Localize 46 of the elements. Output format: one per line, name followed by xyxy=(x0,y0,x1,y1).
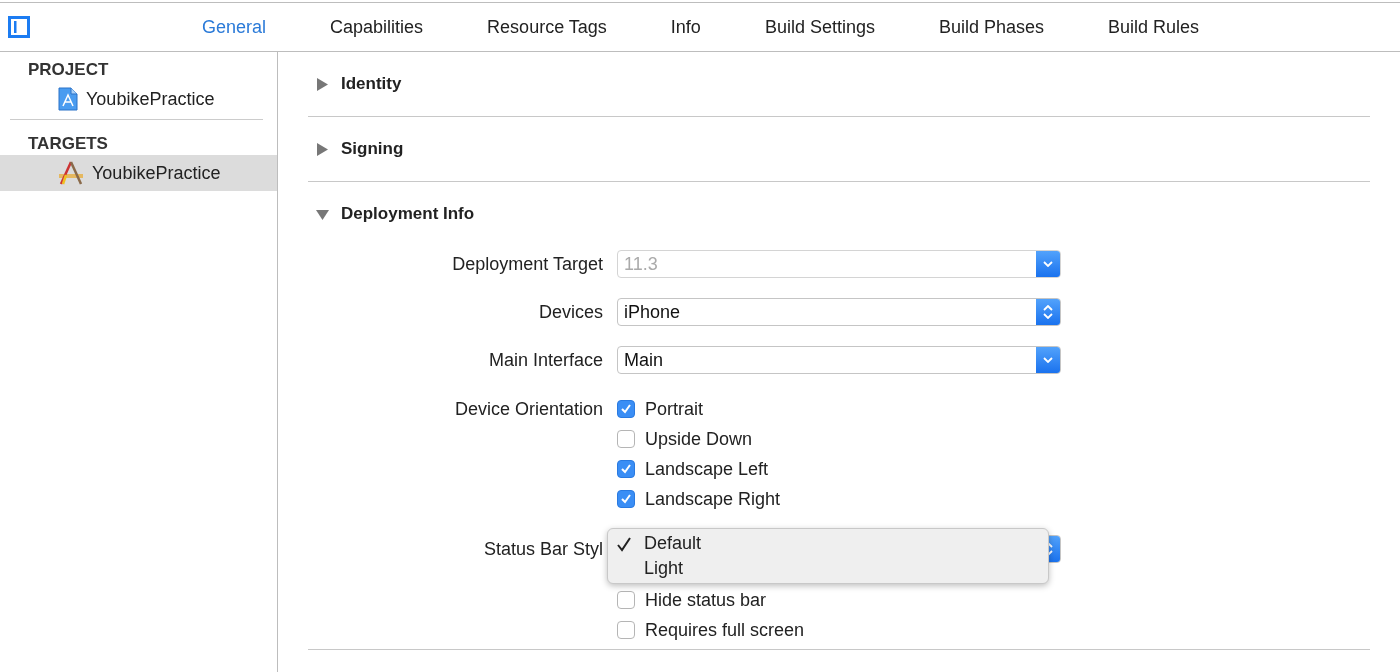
checkbox-label: Hide status bar xyxy=(645,589,767,611)
tab[interactable]: Build Rules xyxy=(1076,16,1232,38)
checkbox-label: Portrait xyxy=(645,398,704,420)
checkbox-label: Landscape Right xyxy=(645,488,781,510)
popup-button[interactable]: Main xyxy=(617,346,1061,374)
tab[interactable]: General xyxy=(170,16,299,38)
project-file-icon xyxy=(58,87,78,111)
group-heading: PROJECT xyxy=(27,59,110,81)
tab[interactable]: Info xyxy=(638,16,733,38)
section-header[interactable]: Deployment Info xyxy=(308,182,1370,246)
menu-item[interactable]: Default xyxy=(608,531,1048,556)
up-down-chevron-icon xyxy=(1043,305,1053,319)
checkbox-label: Requires full screen xyxy=(645,619,805,641)
checkmark-icon xyxy=(620,493,632,505)
checkbox[interactable] xyxy=(617,430,635,448)
section-header[interactable]: Identity xyxy=(308,52,1370,116)
tab[interactable]: Build Phases xyxy=(906,16,1077,38)
field-label: Status Bar Styl xyxy=(482,538,604,561)
sidebar-item[interactable]: YoubikePractice xyxy=(0,155,277,191)
checkbox[interactable] xyxy=(617,621,635,639)
checkbox[interactable] xyxy=(617,460,635,478)
group-heading: TARGETS xyxy=(27,133,109,155)
checkmark-icon xyxy=(620,463,632,475)
menu-item[interactable]: Light xyxy=(608,556,1048,581)
checkbox[interactable] xyxy=(617,490,635,508)
sidebar-toggle-icon[interactable] xyxy=(8,16,30,38)
field-label: Deployment Target xyxy=(451,253,604,276)
popup-button[interactable]: iPhone xyxy=(617,298,1061,326)
tab[interactable]: Capabilities xyxy=(298,16,456,38)
checkbox-label: Landscape Left xyxy=(645,458,769,480)
sidebar-item[interactable]: YoubikePractice xyxy=(0,81,277,117)
chevron-down-icon xyxy=(1043,261,1053,267)
checkbox-label: Upside Down xyxy=(645,428,753,450)
checkmark-icon xyxy=(620,403,632,415)
field-label: Device Orientation xyxy=(453,398,604,421)
section-header[interactable]: Signing xyxy=(308,117,1370,181)
app-target-icon xyxy=(58,160,84,186)
field-label: Devices xyxy=(537,301,604,324)
tab[interactable]: Resource Tags xyxy=(455,16,639,38)
item-label: YoubikePractice xyxy=(92,162,221,184)
tab[interactable]: Build Settings xyxy=(732,16,907,38)
chevron-down-icon xyxy=(1043,357,1053,363)
field-label: Main Interface xyxy=(487,349,604,372)
item-label: YoubikePractice xyxy=(86,88,215,110)
checkbox[interactable] xyxy=(617,400,635,418)
checkbox[interactable] xyxy=(617,591,635,609)
